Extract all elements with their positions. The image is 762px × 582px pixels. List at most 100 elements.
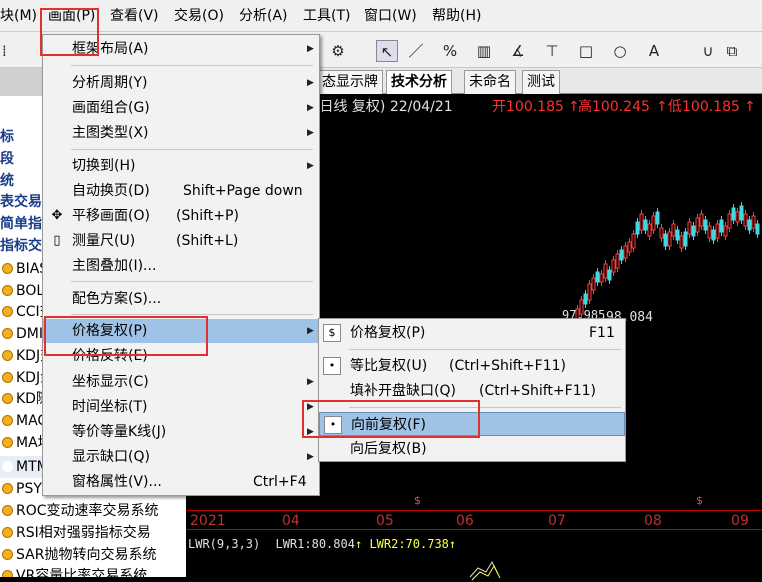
candle-body <box>615 253 620 269</box>
category-item[interactable]: 简单指 <box>0 213 42 235</box>
category-item[interactable]: 统 <box>0 170 14 192</box>
candle-body <box>703 219 708 231</box>
copy-icon[interactable]: ⧉ <box>722 40 742 62</box>
indicator-dot-icon <box>2 415 13 426</box>
category-item[interactable]: 标 <box>0 126 14 148</box>
x-label: 2021 <box>190 513 226 529</box>
submenu-arrow-icon: ▶ <box>307 128 314 138</box>
line-tool-icon[interactable]: ／ <box>406 40 426 62</box>
menu-item-equivolume[interactable]: 等价等量K线(J) ▶ <box>43 420 319 444</box>
candle-body <box>751 215 756 229</box>
candle-body <box>683 231 688 247</box>
menu-window[interactable]: 窗口(W) <box>364 6 417 26</box>
menu-block[interactable]: 块(M) <box>0 6 37 26</box>
menu-analysis[interactable]: 分析(A) <box>239 6 288 26</box>
candle-body <box>747 219 752 231</box>
marker-icon: $ <box>414 494 421 507</box>
candle-body <box>631 233 636 249</box>
menu-item-main-chart-type[interactable]: 主图类型(X) ▶ <box>43 121 319 145</box>
submenu-arrow-icon: ▶ <box>307 452 314 462</box>
tab-test[interactable]: 测试 <box>522 70 560 94</box>
rect-icon[interactable]: □ <box>576 40 596 62</box>
menu-screen[interactable]: 画面(P) <box>48 6 95 26</box>
menu-item-pan-screen[interactable]: ✥ 平移画面(O) (Shift+P) <box>43 204 319 228</box>
menu-item-time-coord[interactable]: 时间坐标(T) ▶ <box>43 395 319 419</box>
candle-body <box>627 241 632 253</box>
submenu-arrow-icon: ▶ <box>307 377 314 387</box>
menu-item-color-scheme[interactable]: 配色方案(S)... <box>43 287 319 311</box>
A-text-icon[interactable]: A <box>644 40 664 62</box>
category-item[interactable]: 表交易 <box>0 191 42 213</box>
indicator-dot-icon <box>2 570 13 577</box>
text-icon[interactable]: ⊤ <box>542 40 562 62</box>
submenu-item-fill-gap[interactable]: 填补开盘缺口(Q) (Ctrl+Shift+F11) <box>319 379 625 403</box>
candle-body <box>635 221 640 235</box>
submenu-arrow-icon: ▶ <box>307 161 314 171</box>
menu-item-frame-layout[interactable]: 框架布局(A) ▶ <box>43 37 319 61</box>
menu-separator <box>71 281 313 282</box>
gear-icon[interactable]: ⚙ <box>328 40 348 62</box>
indicator-item[interactable]: VR容量比率交易系统 <box>0 565 147 577</box>
indicator-dot-icon <box>2 461 13 472</box>
menu-item-price-adjust[interactable]: 价格复权(P) ▶ <box>43 319 319 343</box>
submenu-item-backward-adjust[interactable]: 向后复权(B) <box>319 437 625 461</box>
indicator-item[interactable]: ROC变动速率交易系统 <box>0 500 159 522</box>
tab-technical-analysis[interactable]: 技术分析 <box>386 70 452 94</box>
menu-item-price-reverse[interactable]: 价格反转(E) <box>43 344 319 368</box>
category-item[interactable]: 指标交 <box>0 235 42 257</box>
menu-item-overlay[interactable]: 主图叠加(I)... <box>43 254 319 278</box>
candle-body <box>651 215 656 231</box>
ruler-icon[interactable]: ▥ <box>474 40 494 62</box>
candle-body <box>611 259 616 273</box>
menu-view[interactable]: 查看(V) <box>110 6 159 26</box>
x-label: 05 <box>376 513 394 529</box>
lwr1-line <box>469 560 499 578</box>
circle-icon[interactable]: ○ <box>610 40 630 62</box>
indicator-dot-icon <box>2 306 13 317</box>
candle-body <box>679 235 684 249</box>
arrow-cursor-icon[interactable]: ↖ <box>376 40 398 62</box>
candle-body <box>599 273 604 283</box>
submenu-item-forward-adjust[interactable]: • 向前复权(F) <box>319 412 625 436</box>
toolbar-grip-icon: ⁞ <box>2 42 7 60</box>
menu-help[interactable]: 帮助(H) <box>432 6 481 26</box>
candle-body <box>659 227 664 239</box>
indicator-item[interactable]: MAC <box>0 410 47 432</box>
submenu-item-price-adjust[interactable]: $ 价格复权(P) F11 <box>319 321 625 345</box>
ruler-icon: ▯ <box>53 233 61 248</box>
submenu-arrow-icon: ▶ <box>307 103 314 113</box>
tab-display-board[interactable]: 态显示牌 <box>318 70 383 94</box>
indicator-item[interactable]: RSI相对强弱指标交易 <box>0 522 151 544</box>
x-label: 09 <box>731 513 749 529</box>
x-label: 04 <box>282 513 300 529</box>
menu-item-auto-page[interactable]: 自动换页(D) Shift+Page down <box>43 179 319 203</box>
menu-item-analysis-period[interactable]: 分析周期(Y) ▶ <box>43 71 319 95</box>
menu-item-screen-combination[interactable]: 画面组合(G) ▶ <box>43 96 319 120</box>
menu-item-pane-props[interactable]: 窗格属性(V)... Ctrl+F4 <box>43 470 319 494</box>
menu-item-switch-to[interactable]: 切换到(H) ▶ <box>43 154 319 178</box>
indicator-dot-icon <box>2 549 13 560</box>
candle-body <box>723 225 728 237</box>
move-cross-icon: ✥ <box>51 208 63 223</box>
menu-item-show-gap[interactable]: 显示缺口(Q) ▶ <box>43 445 319 469</box>
submenu-arrow-icon: ▶ <box>307 78 314 88</box>
percent-icon[interactable]: % <box>440 40 460 62</box>
lwr1-value: LWR1:80.804 <box>275 537 355 551</box>
category-item[interactable]: 段 <box>0 148 14 170</box>
menu-item-coord-display[interactable]: 坐标显示(C) ▶ <box>43 370 319 394</box>
submenu-arrow-icon: ▶ <box>307 402 314 412</box>
candle-body <box>643 219 648 231</box>
indicator-item[interactable]: SAR抛物转向交易系统 <box>0 544 156 566</box>
candle-body <box>719 219 724 233</box>
magnet-icon[interactable]: ∪ <box>698 40 718 62</box>
candle-body <box>707 225 712 239</box>
menu-item-measure-ruler[interactable]: ▯ 测量尺(U) (Shift+L) <box>43 229 319 253</box>
indicator-dot-icon <box>2 437 13 448</box>
submenu-item-proportional[interactable]: • 等比复权(U) (Ctrl+Shift+F11) <box>319 354 625 378</box>
tab-unnamed[interactable]: 未命名 <box>464 70 516 94</box>
angle-icon[interactable]: ∡ <box>508 40 528 62</box>
menu-tools[interactable]: 工具(T) <box>303 6 350 26</box>
price-adjust-submenu: $ 价格复权(P) F11 • 等比复权(U) (Ctrl+Shift+F11) 填补开… <box>318 318 626 462</box>
time-axis: 2021 04 05 06 07 08 09 <box>186 510 762 530</box>
menu-trade[interactable]: 交易(O) <box>174 6 224 26</box>
